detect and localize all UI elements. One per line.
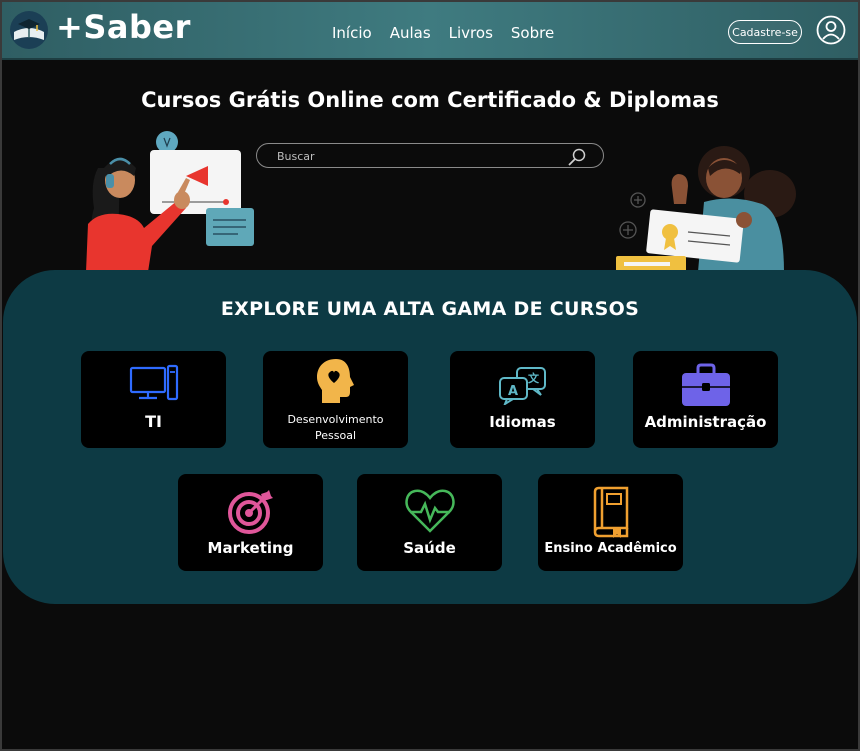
category-card-ti[interactable]: TI bbox=[81, 351, 226, 448]
category-card-ensino-academico[interactable]: Ensino Acadêmico bbox=[538, 474, 683, 571]
translate-icon: A 文 bbox=[498, 367, 546, 405]
heartbeat-icon bbox=[404, 489, 455, 533]
category-label: Desenvolvimento Pessoal bbox=[287, 413, 384, 442]
search-input[interactable] bbox=[275, 146, 559, 167]
search-bar bbox=[256, 143, 604, 168]
head-heart-icon bbox=[316, 359, 354, 403]
book-logo-icon[interactable] bbox=[8, 10, 50, 50]
course-categories-panel: EXPLORE UMA ALTA GAMA DE CURSOS TI Desen… bbox=[3, 270, 857, 604]
category-label: Ensino Acadêmico bbox=[544, 541, 677, 556]
target-icon bbox=[227, 490, 273, 534]
category-card-administracao[interactable]: Administração bbox=[633, 351, 778, 448]
computer-icon bbox=[129, 364, 178, 401]
search-icon[interactable] bbox=[567, 147, 587, 167]
section-title: EXPLORE UMA ALTA GAMA DE CURSOS bbox=[220, 298, 640, 320]
top-navbar: +Saber Início Aulas Livros Sobre Cadastr… bbox=[2, 2, 858, 60]
student-certificate-illustration bbox=[616, 146, 796, 272]
category-label: TI bbox=[145, 412, 162, 431]
category-label: Idiomas bbox=[489, 413, 556, 431]
book-icon bbox=[593, 486, 628, 538]
nav-sobre[interactable]: Sobre bbox=[511, 24, 554, 42]
category-card-idiomas[interactable]: A 文 Idiomas bbox=[450, 351, 595, 448]
student-video-illustration bbox=[86, 131, 254, 272]
svg-text:文: 文 bbox=[528, 371, 540, 385]
category-label: Marketing bbox=[207, 539, 294, 557]
signup-button[interactable]: Cadastre-se bbox=[728, 20, 802, 44]
category-card-marketing[interactable]: Marketing bbox=[178, 474, 323, 571]
nav-inicio[interactable]: Início bbox=[332, 24, 372, 42]
svg-text:A: A bbox=[508, 384, 518, 399]
nav-livros[interactable]: Livros bbox=[449, 24, 493, 42]
category-card-desenvolvimento-pessoal[interactable]: Desenvolvimento Pessoal bbox=[263, 351, 408, 448]
main-nav: Início Aulas Livros Sobre bbox=[332, 24, 554, 42]
page-title: Cursos Grátis Online com Certificado & D… bbox=[141, 88, 719, 112]
category-card-saude[interactable]: Saúde bbox=[357, 474, 502, 571]
category-label: Administração bbox=[644, 413, 767, 431]
user-icon[interactable] bbox=[816, 15, 846, 45]
brand-logo-text[interactable]: +Saber bbox=[56, 8, 191, 46]
nav-aulas[interactable]: Aulas bbox=[390, 24, 431, 42]
briefcase-icon bbox=[681, 363, 730, 406]
category-label: Saúde bbox=[403, 539, 456, 557]
